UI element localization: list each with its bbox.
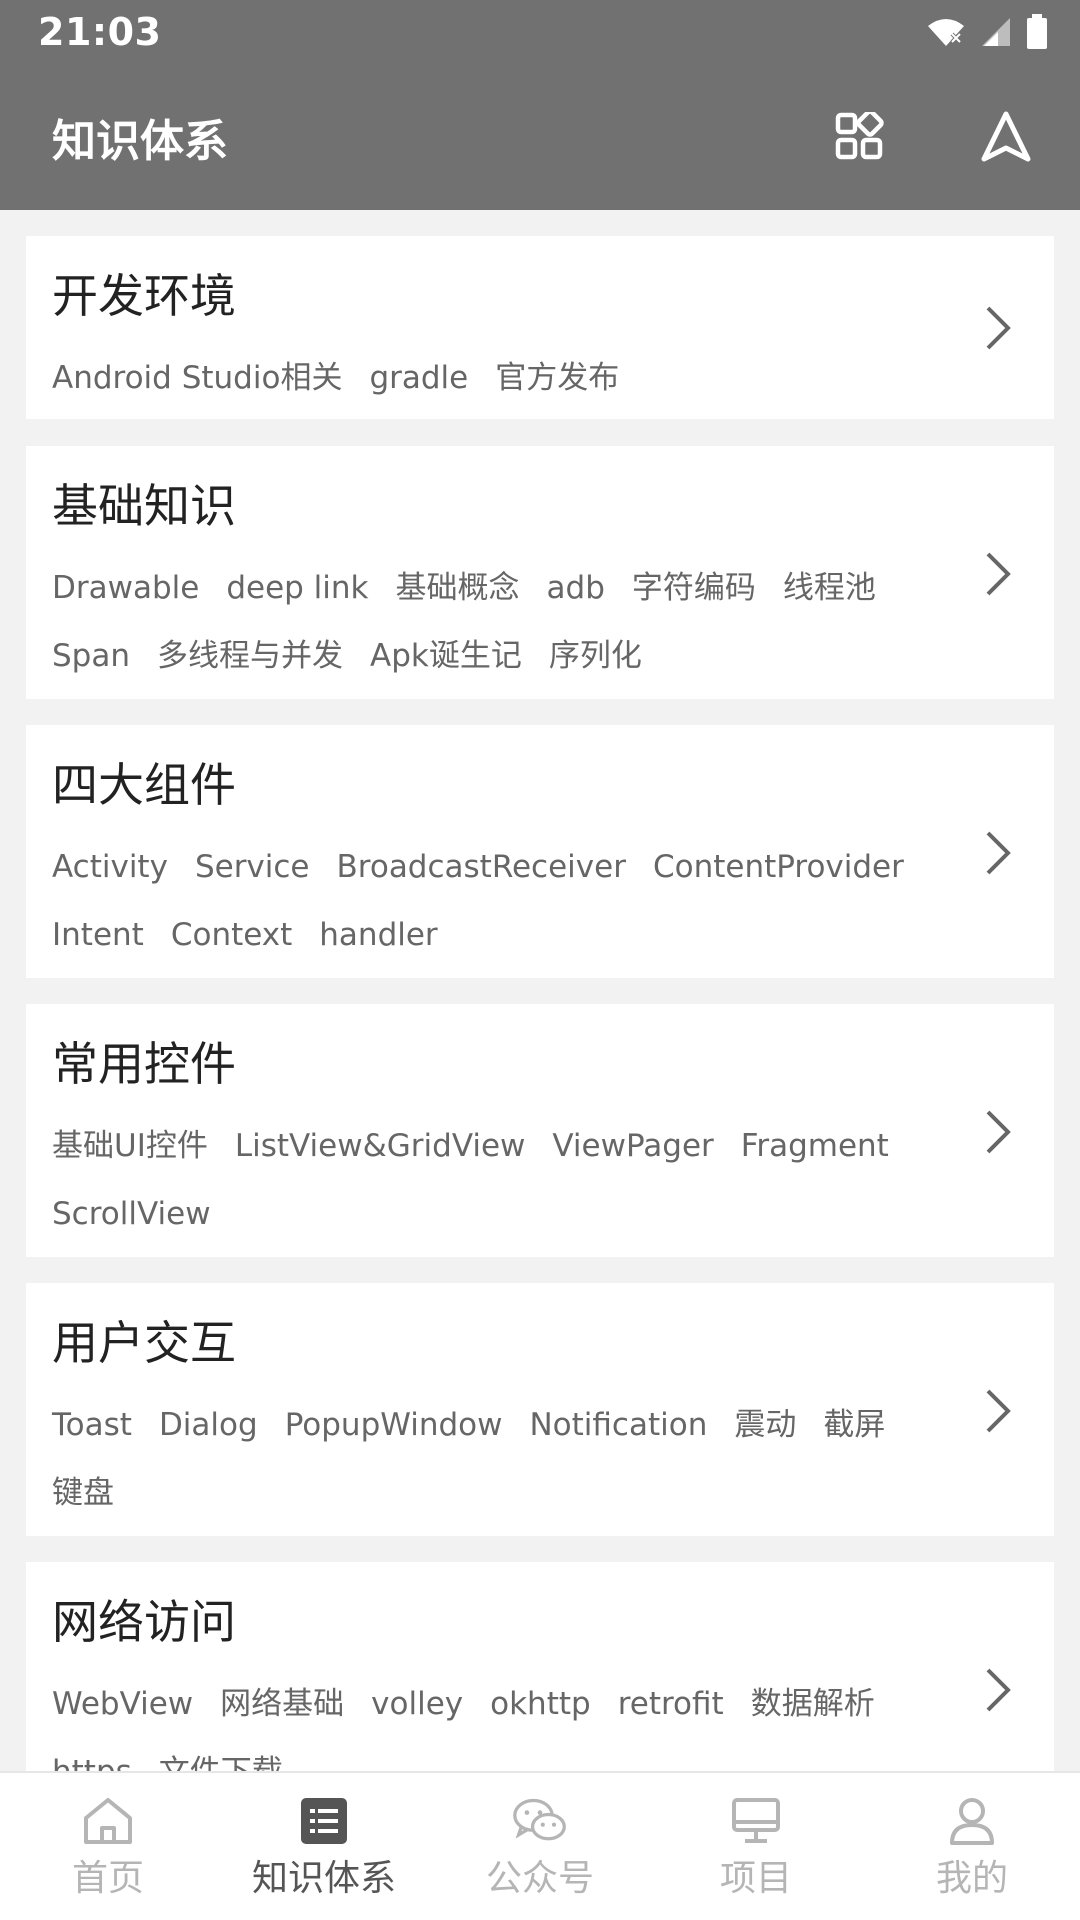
tag: Toast xyxy=(52,1407,132,1443)
tag-list: Toast Dialog PopupWindow Notification 震动… xyxy=(52,1391,912,1527)
tag: adb xyxy=(546,570,605,606)
category-card[interactable]: 网络访问 WebView 网络基础 volley okhttp retrofit… xyxy=(26,1562,1054,1771)
tag: volley xyxy=(371,1686,464,1722)
category-card[interactable]: 常用控件 基础UI控件 ListView&GridView ViewPager … xyxy=(26,1004,1054,1257)
tag: WebView xyxy=(52,1686,194,1722)
tag: Intent xyxy=(52,917,144,953)
nav-item-mine[interactable]: 我的 xyxy=(864,1773,1080,1920)
chevron-right-icon xyxy=(986,306,1011,350)
tag: ScrollView xyxy=(52,1196,211,1232)
tag: 震动 xyxy=(734,1407,797,1443)
bottom-nav: 首页 知识体系 公众号 项目 我的 xyxy=(0,1771,1080,1920)
nav-item-wechat[interactable]: 公众号 xyxy=(432,1773,648,1920)
chevron-right-icon xyxy=(986,831,1011,875)
home-icon xyxy=(80,1795,136,1847)
wifi-icon xyxy=(928,19,964,46)
grid-icon xyxy=(835,112,884,160)
tag: 网络基础 xyxy=(220,1686,345,1722)
list-icon xyxy=(296,1795,352,1847)
navigation-icon xyxy=(981,111,1031,162)
category-title: 开发环境 xyxy=(52,269,236,323)
tag: Notification xyxy=(529,1407,708,1443)
tag: Service xyxy=(194,849,310,885)
category-title: 常用控件 xyxy=(52,1037,236,1091)
tag: 字符编码 xyxy=(631,570,756,606)
category-grid-button[interactable] xyxy=(827,104,893,170)
nav-item-knowledge[interactable]: 知识体系 xyxy=(216,1773,432,1920)
tag: 多线程与并发 xyxy=(157,638,343,674)
tag: 文件下载 xyxy=(159,1738,283,1771)
tag: retrofit xyxy=(617,1686,724,1722)
status-icons xyxy=(926,14,1048,50)
knowledge-list[interactable]: 开发环境 Android Studio相关 gradle 官方发布 基础知识 D… xyxy=(0,210,1080,1771)
tag: 数据解析 xyxy=(750,1686,875,1722)
tag: Android Studio相关 xyxy=(52,360,343,396)
tag: 基础概念 xyxy=(395,570,520,606)
category-title: 网络访问 xyxy=(52,1595,236,1649)
nav-label: 知识体系 xyxy=(251,1858,396,1899)
chevron-right-icon xyxy=(986,1668,1011,1712)
battery-icon xyxy=(1027,14,1047,49)
tag: 官方发布 xyxy=(495,360,620,396)
tag: PopupWindow xyxy=(284,1407,503,1443)
tag: ContentProvider xyxy=(652,849,904,885)
category-card[interactable]: 开发环境 Android Studio相关 gradle 官方发布 xyxy=(26,236,1054,419)
tag: gradle xyxy=(369,360,469,396)
signal-icon xyxy=(982,18,1010,46)
tag-list: Activity Service BroadcastReceiver Conte… xyxy=(52,833,912,969)
tag: Context xyxy=(170,917,293,953)
tag: deep link xyxy=(226,570,369,606)
category-title: 四大组件 xyxy=(52,758,236,812)
tag: Activity xyxy=(52,849,168,885)
tag: Dialog xyxy=(158,1407,258,1443)
nav-item-project[interactable]: 项目 xyxy=(648,1773,864,1920)
tag: Fragment xyxy=(740,1128,889,1164)
status-time: 21:03 xyxy=(38,10,162,54)
tag: handler xyxy=(319,917,438,953)
tag: https xyxy=(52,1738,132,1771)
chevron-right-icon xyxy=(986,1389,1011,1433)
category-card[interactable]: 四大组件 Activity Service BroadcastReceiver … xyxy=(26,725,1054,978)
tag-list: WebView 网络基础 volley okhttp retrofit 数据解析… xyxy=(52,1670,912,1771)
tag: okhttp xyxy=(490,1686,591,1722)
navigation-button[interactable] xyxy=(973,104,1039,170)
tag: 键盘 xyxy=(52,1475,114,1511)
tag: 基础UI控件 xyxy=(52,1128,208,1164)
nav-label: 首页 xyxy=(71,1858,144,1899)
category-title: 基础知识 xyxy=(52,479,236,533)
category-card[interactable]: 基础知识 Drawable deep link 基础概念 adb 字符编码 线程… xyxy=(26,446,1054,699)
tag-list: Drawable deep link 基础概念 adb 字符编码 线程池 Spa… xyxy=(52,554,912,690)
tag-list: 基础UI控件 ListView&GridView ViewPager Fragm… xyxy=(52,1112,912,1248)
nav-label: 项目 xyxy=(719,1858,792,1899)
tag: Drawable xyxy=(52,570,200,606)
app-bar: 知识体系 xyxy=(0,64,1080,210)
nav-label: 公众号 xyxy=(485,1858,594,1899)
monitor-icon xyxy=(728,1795,784,1847)
chevron-right-icon xyxy=(986,552,1011,596)
category-card[interactable]: 用户交互 Toast Dialog PopupWindow Notificati… xyxy=(26,1283,1054,1536)
screen: 21:03 知识体系 开发环境 Android Studio相关 gradle … xyxy=(0,0,1080,1920)
category-title: 用户交互 xyxy=(52,1316,236,1370)
wechat-icon xyxy=(512,1795,568,1847)
tag: Apk诞生记 xyxy=(370,638,522,674)
tag: ListView&GridView xyxy=(234,1128,526,1164)
nav-item-home[interactable]: 首页 xyxy=(0,1773,216,1920)
tag-list: Android Studio相关 gradle 官方发布 xyxy=(52,344,912,412)
tag: Span xyxy=(52,638,130,674)
chevron-right-icon xyxy=(986,1110,1011,1154)
status-bar: 21:03 xyxy=(0,0,1080,64)
nav-label: 我的 xyxy=(935,1858,1008,1899)
tag: 截屏 xyxy=(823,1407,886,1443)
tag: BroadcastReceiver xyxy=(336,849,626,885)
tag: ViewPager xyxy=(552,1128,714,1164)
person-icon xyxy=(944,1795,1000,1847)
page-title: 知识体系 xyxy=(52,116,228,167)
tag: 序列化 xyxy=(548,638,642,674)
tag: 线程池 xyxy=(782,570,876,606)
